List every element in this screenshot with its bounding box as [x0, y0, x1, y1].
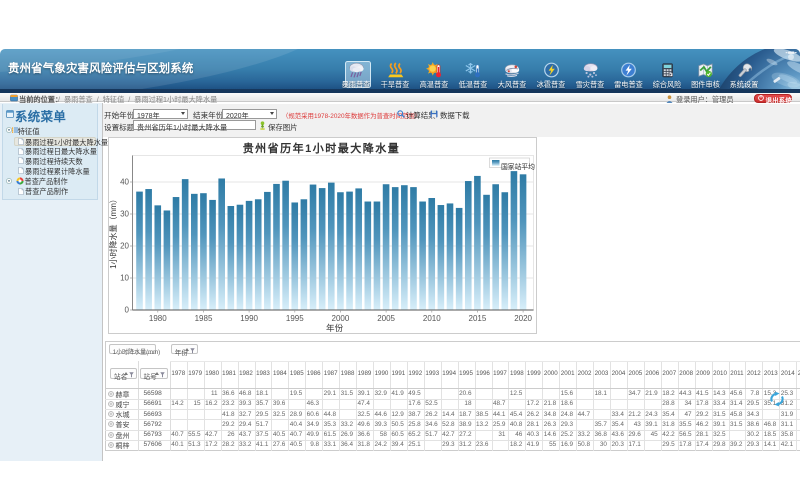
- svg-text:0: 0: [124, 306, 129, 315]
- svg-text:1990: 1990: [240, 314, 258, 323]
- svg-text:30: 30: [120, 210, 129, 219]
- svg-text:1995: 1995: [285, 314, 303, 323]
- svg-text:2010: 2010: [422, 314, 440, 323]
- svg-text:2005: 2005: [377, 314, 395, 323]
- svg-text:2020: 2020: [514, 314, 532, 323]
- svg-text:1980: 1980: [148, 314, 166, 323]
- svg-text:1985: 1985: [194, 314, 212, 323]
- svg-text:1小时降水量（mm）: 1小时降水量（mm）: [108, 195, 118, 269]
- svg-text:2015: 2015: [468, 314, 486, 323]
- svg-text:40: 40: [120, 178, 129, 187]
- svg-text:20: 20: [120, 242, 129, 251]
- svg-text:10: 10: [120, 274, 129, 283]
